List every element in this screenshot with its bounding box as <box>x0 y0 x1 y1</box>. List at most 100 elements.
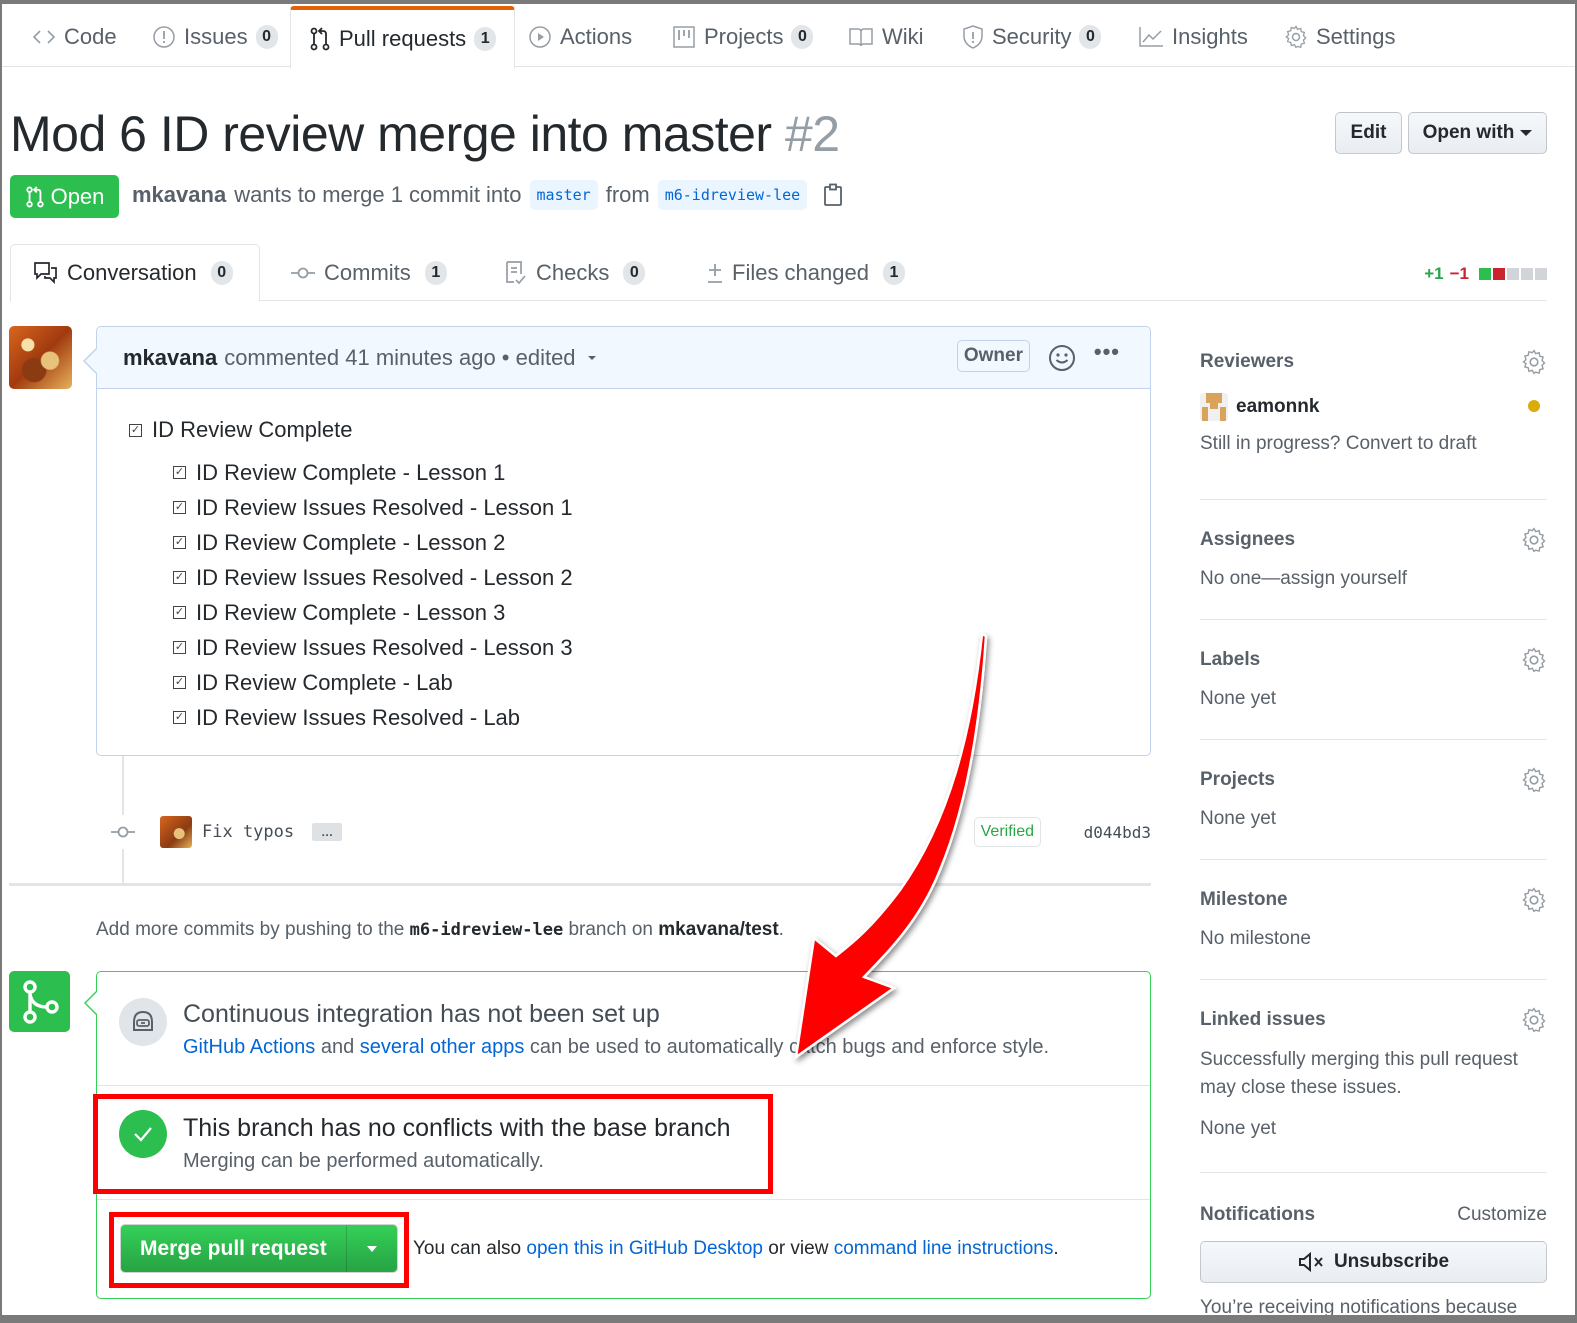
base-branch[interactable]: master <box>529 180 598 210</box>
diffstat-block <box>1493 268 1505 280</box>
repo-tab-issues[interactable]: Issues 0 <box>134 6 296 68</box>
gear-icon[interactable] <box>1521 887 1547 913</box>
checkbox-checked-icon[interactable]: ✓ <box>173 606 186 619</box>
reviewer-avatar <box>1200 393 1228 421</box>
tab-conversation[interactable]: Conversation 0 <box>10 244 260 302</box>
projects-header[interactable]: Projects <box>1200 766 1547 794</box>
author-link[interactable]: mkavana <box>132 182 226 208</box>
tab-files-changed[interactable]: Files changed 1 <box>684 244 927 301</box>
checkbox-checked-icon[interactable]: ✓ <box>173 571 186 584</box>
repo-tab-pull-requests[interactable]: Pull requests 1 <box>290 6 516 69</box>
issue-icon <box>152 25 176 49</box>
task-label: ID Review Issues Resolved - Lab <box>196 704 521 730</box>
gear-icon[interactable] <box>1521 527 1547 553</box>
repo-tab-code[interactable]: Code <box>14 6 135 68</box>
linked-issues-header[interactable]: Linked issues <box>1200 1006 1547 1034</box>
task-item: ✓ ID Review Issues Resolved - Lesson 3 <box>173 630 573 665</box>
repo-tab-label: Settings <box>1316 24 1396 49</box>
gear-icon[interactable] <box>1521 349 1547 375</box>
shield-icon <box>962 25 984 49</box>
checkbox-checked-icon[interactable]: ✓ <box>173 466 186 479</box>
from-text: from <box>605 182 650 207</box>
deletions-count: −1 <box>1449 264 1469 283</box>
book-icon <box>848 26 874 48</box>
additions-count: +1 <box>1424 264 1444 283</box>
labels-header[interactable]: Labels <box>1200 646 1547 674</box>
gear-icon[interactable] <box>1521 647 1547 673</box>
reviewer-item[interactable]: eamonnk <box>1200 393 1547 421</box>
convert-to-draft-link[interactable]: Still in progress? Convert to draft <box>1200 433 1547 455</box>
robot-icon <box>119 998 167 1046</box>
assignees-header[interactable]: Assignees <box>1200 526 1547 554</box>
pr-title: Mod 6 ID review merge into master #2 <box>10 105 840 163</box>
author-avatar[interactable] <box>9 326 72 389</box>
commit-sha[interactable]: d044bd3 <box>1084 823 1151 842</box>
linked-issues-body: None yet <box>1200 1118 1277 1139</box>
notifications-title: Notifications <box>1200 1204 1316 1225</box>
merge-text: wants to merge 1 commit into <box>234 182 522 207</box>
play-icon <box>528 25 552 49</box>
open-with-button[interactable]: Open with <box>1408 112 1547 154</box>
tab-label: Files changed <box>732 259 869 285</box>
diffstat-block <box>1479 268 1491 280</box>
gear-icon[interactable] <box>1521 767 1547 793</box>
checkbox-checked-icon[interactable]: ✓ <box>173 641 186 654</box>
other-apps-link[interactable]: several other apps <box>360 1036 525 1058</box>
edit-label: Edit <box>1350 122 1387 143</box>
repo-tab-insights[interactable]: Insights <box>1120 6 1266 68</box>
command-line-instructions-link[interactable]: command line instructions <box>834 1238 1054 1259</box>
commit-author-avatar[interactable] <box>160 816 192 848</box>
unsubscribe-button[interactable]: Unsubscribe <box>1200 1241 1547 1283</box>
commit-message[interactable]: Fix typos <box>202 822 294 842</box>
owner-badge: Owner <box>956 340 1030 372</box>
customize-notifications-link[interactable]: Customize <box>1457 1204 1547 1226</box>
head-branch[interactable]: m6-idreview-lee <box>657 180 808 210</box>
project-icon <box>672 25 696 49</box>
commits-counter: 1 <box>424 260 447 285</box>
kebab-horizontal-icon[interactable]: ••• <box>1094 339 1120 365</box>
merge-alt-text: You can also open this in GitHub Desktop… <box>413 1238 1059 1260</box>
chevron-down-icon[interactable] <box>587 355 596 360</box>
checkbox-checked-icon[interactable]: ✓ <box>173 676 186 689</box>
tab-label: Commits <box>324 259 411 285</box>
repo-tab-projects[interactable]: Projects 0 <box>654 6 831 68</box>
also-mid: or view <box>768 1238 829 1259</box>
comment-author[interactable]: mkavana <box>123 345 217 371</box>
checkbox-checked-icon[interactable]: ✓ <box>129 423 142 437</box>
repo-tab-label: Security <box>992 24 1072 49</box>
assignees-body[interactable]: No one—assign yourself <box>1200 568 1547 590</box>
labels-body: None yet <box>1200 688 1277 709</box>
checkbox-checked-icon[interactable]: ✓ <box>173 501 186 514</box>
tab-checks[interactable]: Checks 0 <box>482 244 667 301</box>
checkbox-checked-icon[interactable]: ✓ <box>173 536 186 549</box>
highlight-box-no-conflicts <box>93 1094 773 1194</box>
repo-tab-security[interactable]: Security 0 <box>944 6 1119 68</box>
checkbox-checked-icon[interactable]: ✓ <box>173 711 186 724</box>
assignees-title: Assignees <box>1200 529 1296 550</box>
repo-nav: Code Issues 0 Pull requests 1 Actions Pr… <box>2 4 1575 69</box>
repo-tab-settings[interactable]: Settings <box>1266 6 1414 68</box>
comment-meta[interactable]: commented 41 minutes ago • edited <box>224 345 575 371</box>
git-merge-icon <box>9 971 70 1032</box>
task-item: ✓ ID Review Complete - Lab <box>173 665 573 700</box>
reviewers-header[interactable]: Reviewers <box>1200 348 1547 376</box>
expand-commit-button[interactable]: … <box>312 823 343 841</box>
repo-tab-wiki[interactable]: Wiki <box>830 6 942 68</box>
open-with-label: Open with <box>1422 122 1515 143</box>
conversation-counter: 0 <box>210 261 233 285</box>
github-actions-link[interactable]: GitHub Actions <box>183 1036 315 1058</box>
pr-tabs: Conversation 0 Commits 1 Checks 0 Files … <box>10 244 1547 302</box>
github-desktop-link[interactable]: open this in GitHub Desktop <box>526 1238 763 1259</box>
reviewers-title: Reviewers <box>1200 351 1295 372</box>
tab-commits[interactable]: Commits 1 <box>268 244 469 301</box>
ci-title: Continuous integration has not been set … <box>183 1000 660 1028</box>
task-item: ✓ ID Review Complete - Lesson 2 <box>173 525 573 560</box>
projects-counter: 0 <box>791 25 814 49</box>
repo-tab-actions[interactable]: Actions <box>510 6 650 68</box>
gear-icon[interactable] <box>1521 1007 1547 1033</box>
milestone-header[interactable]: Milestone <box>1200 886 1547 914</box>
smiley-icon[interactable] <box>1048 344 1076 378</box>
clipboard-icon[interactable] <box>823 183 843 207</box>
edit-button[interactable]: Edit <box>1335 112 1402 154</box>
repo-tab-label: Insights <box>1172 24 1248 49</box>
